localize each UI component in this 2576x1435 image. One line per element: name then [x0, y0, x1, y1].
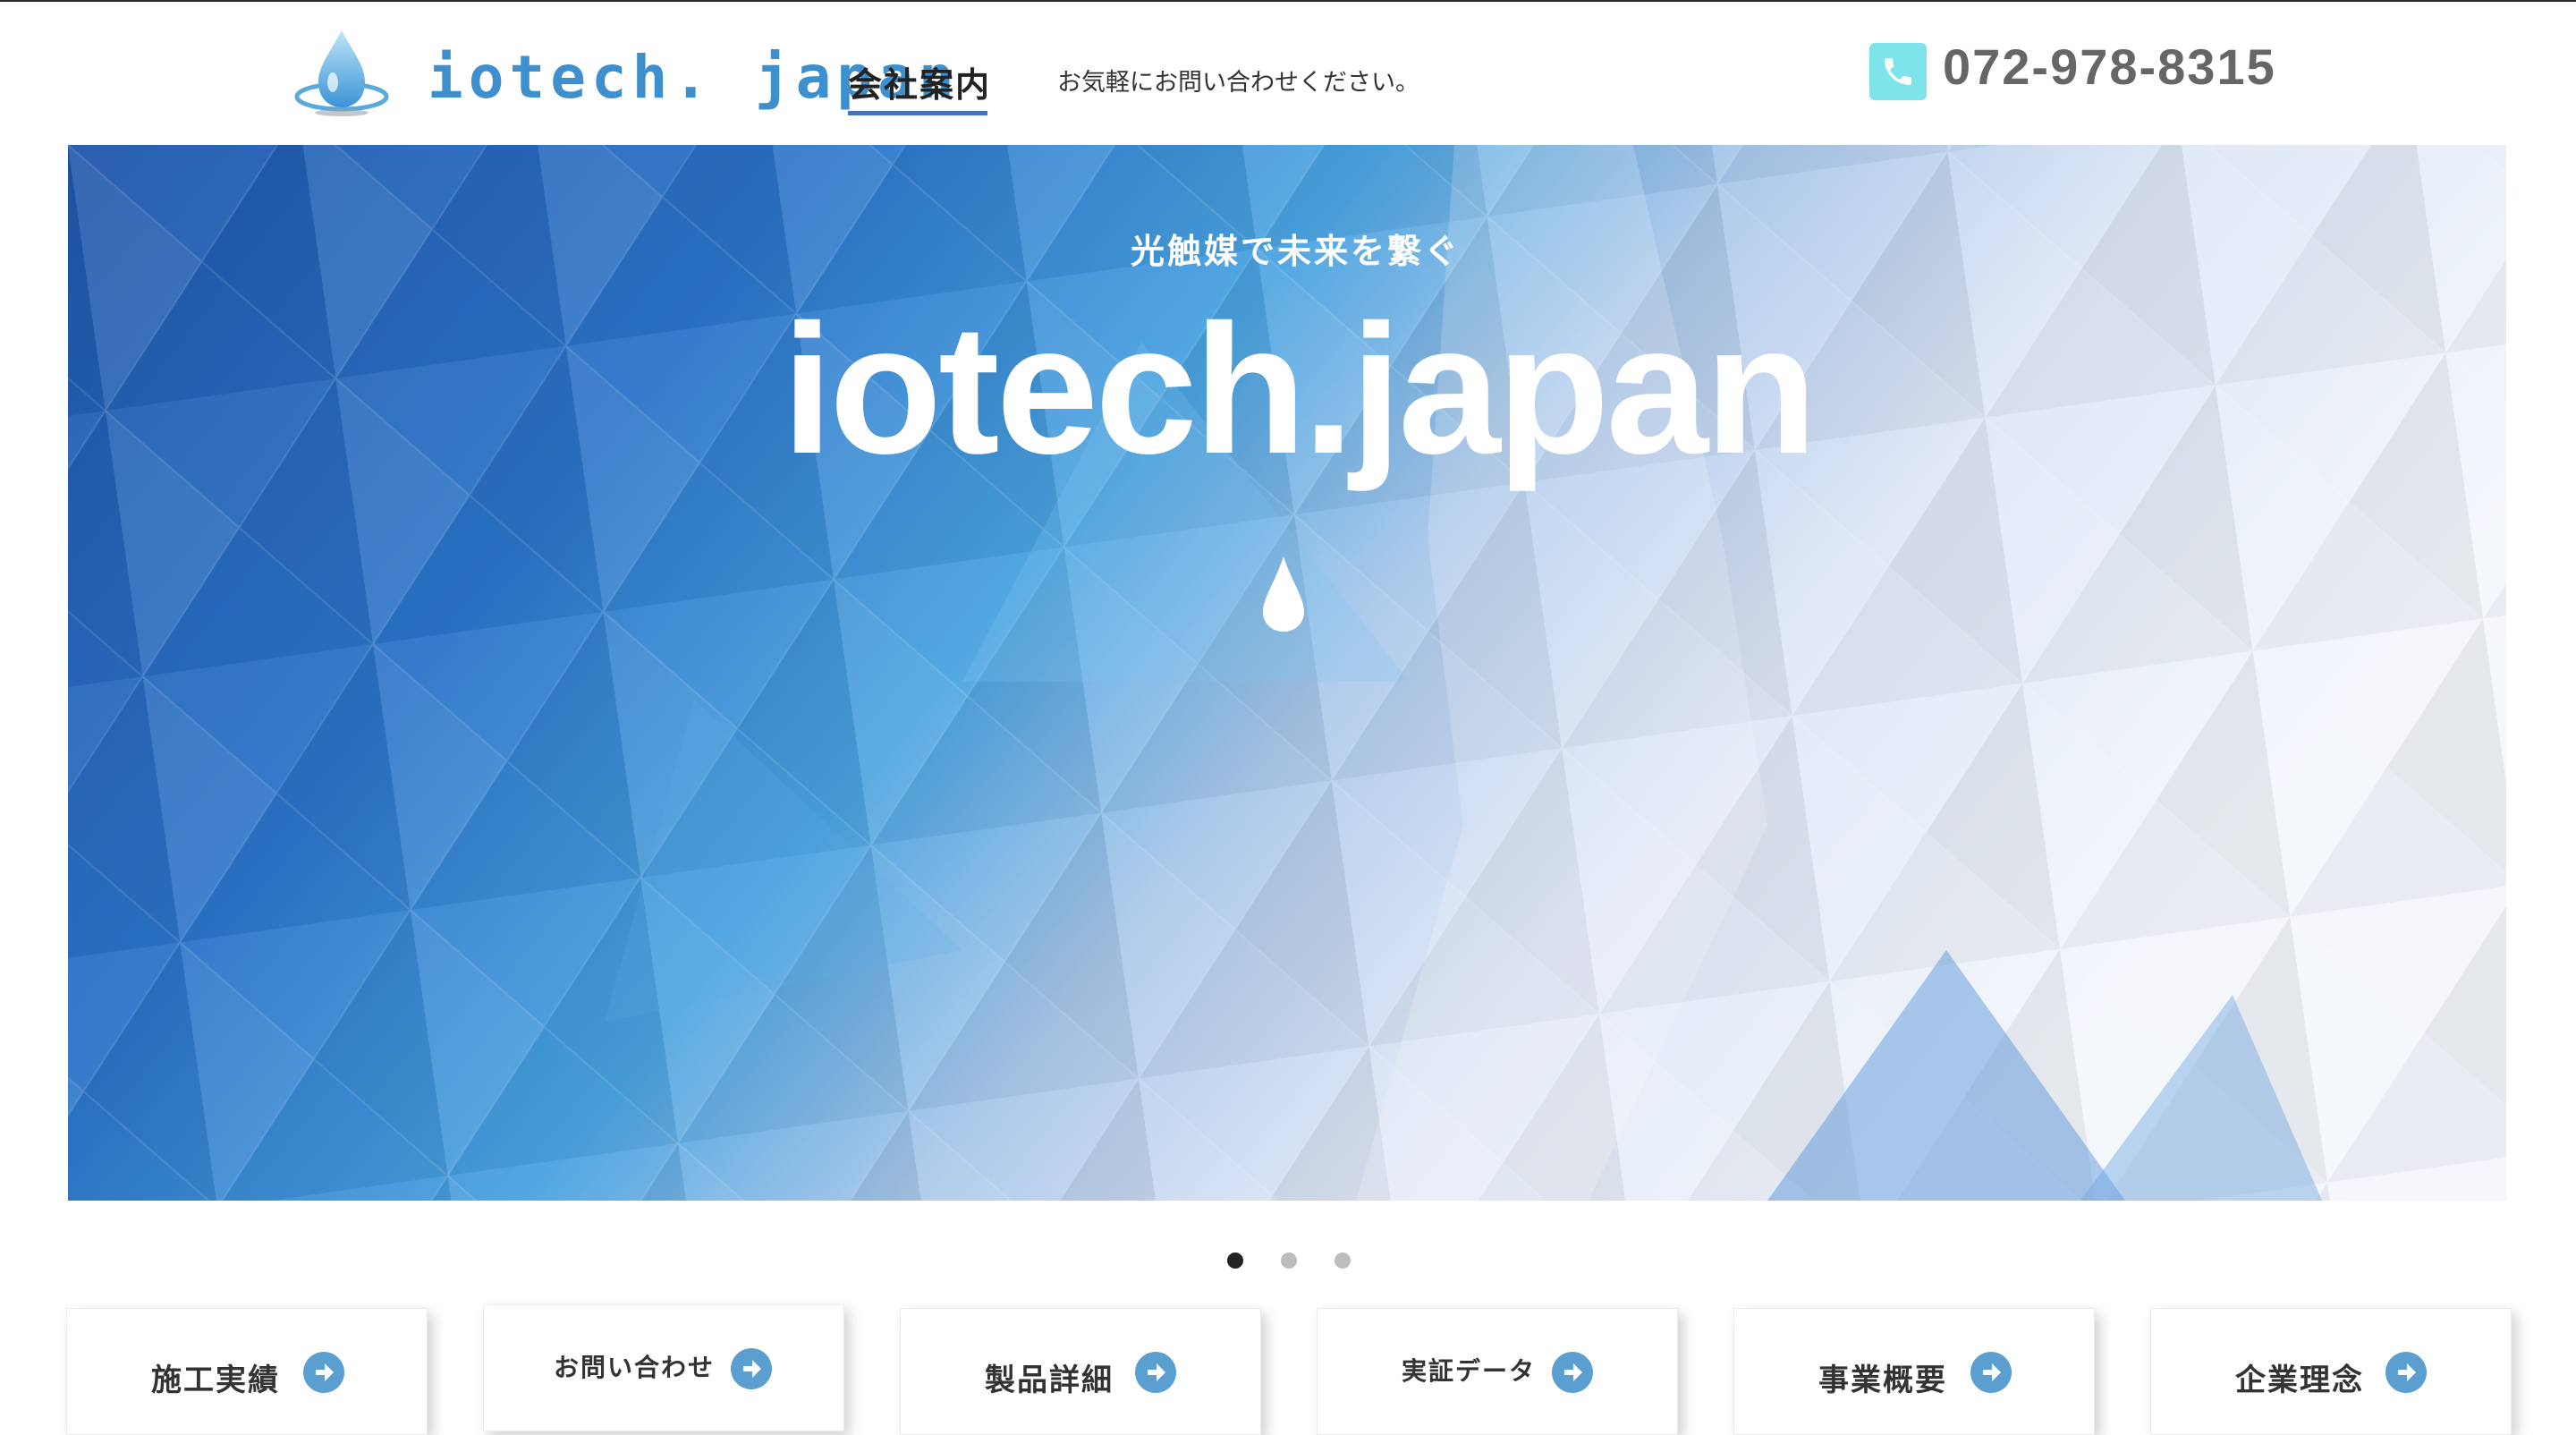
- card-label: 実証データ: [1402, 1356, 1537, 1386]
- card-label: 製品詳細: [985, 1363, 1114, 1398]
- card-label: お問い合わせ: [554, 1353, 716, 1382]
- card-product-details[interactable]: 製品詳細: [900, 1308, 1261, 1435]
- arrow-right-circle-icon: [1135, 1352, 1176, 1393]
- arrow-right-circle-icon: [731, 1348, 772, 1389]
- arrow-right-circle-icon: [303, 1352, 344, 1393]
- phone-icon[interactable]: [1869, 43, 1927, 100]
- water-drop-icon: [1263, 556, 1304, 632]
- site-header: iotech. japan 会社案内 お気軽にお問い合わせください。 072-9…: [0, 2, 2576, 145]
- carousel-dot-1[interactable]: [1227, 1252, 1243, 1269]
- carousel-dot-3[interactable]: [1335, 1252, 1351, 1269]
- nav-company-info[interactable]: 会社案内: [848, 57, 991, 106]
- arrow-right-circle-icon: [1970, 1352, 2012, 1393]
- arrow-right-circle-icon: [1552, 1352, 1593, 1393]
- phone-number[interactable]: 072-978-8315: [1943, 38, 2276, 96]
- card-proof-data[interactable]: 実証データ: [1317, 1308, 1678, 1435]
- hero-title: iotech.japan: [782, 286, 1818, 492]
- card-contact[interactable]: お問い合わせ: [483, 1304, 844, 1431]
- arrow-right-circle-icon: [2385, 1352, 2427, 1393]
- card-label: 事業概要: [1818, 1363, 1947, 1398]
- nav-contact-link[interactable]: お気軽にお問い合わせください。: [1057, 63, 1419, 98]
- nav-active-underline: [848, 111, 987, 115]
- carousel-dots: [0, 1252, 2576, 1272]
- card-label: 企業理念: [2235, 1363, 2364, 1398]
- card-business-overview[interactable]: 事業概要: [1733, 1308, 2095, 1435]
- card-corporate-philosophy[interactable]: 企業理念: [2150, 1308, 2512, 1435]
- card-construction-results[interactable]: 施工実績: [66, 1308, 428, 1435]
- carousel-dot-2[interactable]: [1281, 1252, 1297, 1269]
- hero-tagline: 光触媒で未来を繋ぐ: [1131, 232, 1462, 271]
- water-drop-icon[interactable]: [293, 27, 390, 120]
- hero-banner[interactable]: 光触媒で未来を繋ぐ iotech.japan: [68, 145, 2506, 1201]
- card-label: 施工実績: [151, 1363, 280, 1398]
